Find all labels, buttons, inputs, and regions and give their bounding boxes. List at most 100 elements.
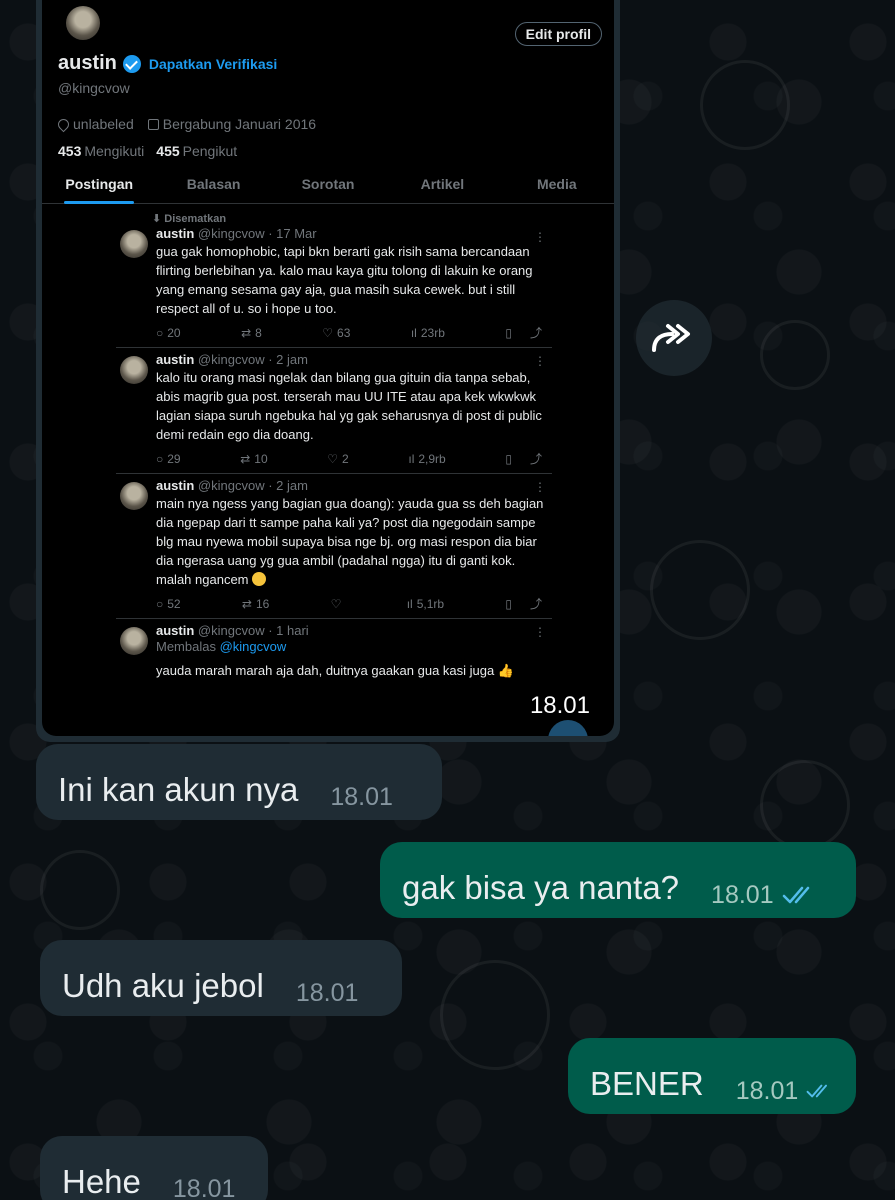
forward-button[interactable] [636, 300, 712, 376]
views-count: 23rb [420, 325, 445, 340]
tweet-author: austin [156, 352, 195, 367]
read-receipt-icon [782, 886, 809, 904]
tweet: ⋮ austin @kingcvow · 1 hari Membalas @ki… [116, 619, 552, 686]
followers-label: Pengikut [182, 143, 238, 159]
tab-posts: Postingan [42, 176, 156, 203]
views-icon: ıl [408, 451, 415, 466]
more-icon: ⋮ [534, 625, 546, 639]
tweet-meta: @kingcvow · 17 Mar [197, 226, 317, 241]
tab-media: Media [536, 176, 577, 192]
avatar [120, 356, 148, 384]
bookmark-icon: ▯ [505, 325, 512, 340]
outgoing-message[interactable]: BENER 18.01 [568, 1038, 856, 1114]
location-icon [55, 116, 72, 132]
following-label: Mengikuti [84, 143, 145, 159]
repost-icon: ⇄ [240, 451, 251, 466]
profile-handle: @kingcvow [58, 80, 130, 96]
calendar-icon [147, 118, 159, 130]
tab-replies: Balasan [186, 176, 241, 192]
profile-tabs: Postingan Balasan Sorotan Artikel Media [42, 176, 614, 204]
tweet: ⋮ austin @kingcvow · 2 jam main nya nges… [116, 474, 552, 619]
repost-count: 16 [255, 596, 270, 611]
scroll-fab [548, 720, 588, 736]
avatar [120, 230, 148, 258]
repost-icon: ⇄ [241, 325, 252, 340]
tweet-author: austin [156, 478, 195, 493]
tweet-text: yauda marah marah aja dah, duitnya gaaka… [156, 663, 495, 678]
message-text: Hehe [62, 1163, 141, 1200]
followers-count: 455 [156, 143, 180, 159]
grimace-emoji-icon [252, 572, 267, 586]
message-time: 18.01 [735, 1077, 799, 1105]
like-count: 63 [337, 325, 351, 340]
like-count: 2 [342, 451, 349, 466]
location-text: unlabeled [73, 116, 134, 132]
views-count: 2,9rb [418, 451, 446, 466]
views-count: 5,1rb [416, 596, 445, 611]
message-time: 18.01 [172, 1175, 236, 1200]
edit-profile-button: Edit profil [514, 22, 602, 46]
bookmark-icon: ▯ [505, 596, 512, 611]
outgoing-message[interactable]: gak bisa ya nanta? 18.01 [380, 842, 856, 918]
image-message[interactable]: Edit profil austin Dapatkan Verifikasi @… [36, 0, 620, 742]
avatar [66, 6, 100, 40]
repost-count: 8 [255, 325, 262, 340]
tweet-meta: @kingcvow · 1 hari [197, 623, 309, 638]
message-text: BENER [590, 1065, 704, 1102]
reply-icon: ○ [156, 325, 164, 340]
bookmark-icon: ▯ [505, 451, 512, 466]
reply-count: 20 [167, 325, 181, 340]
incoming-message[interactable]: Ini kan akun nya 18.01 [36, 744, 442, 820]
message-time: 18.01 [529, 692, 590, 719]
message-time: 18.01 [330, 783, 393, 811]
tweet-text: main nya ngess yang bagian gua doang): y… [156, 496, 544, 587]
incoming-message[interactable]: Hehe 18.01 [40, 1136, 268, 1200]
tweet: ⬇ Disematkan ⋮ austin @kingcvow · 17 Mar… [116, 208, 552, 348]
message-time: 18.01 [711, 881, 774, 909]
tweet-text: kalo itu orang masi ngelak dan bilang gu… [156, 370, 542, 442]
message-time: 18.01 [295, 979, 359, 1007]
profile-screenshot: Edit profil austin Dapatkan Verifikasi @… [42, 0, 614, 736]
display-name: austin [58, 52, 117, 74]
reply-count: 52 [167, 596, 181, 611]
like-icon: ♡ [327, 451, 339, 466]
verified-badge-icon [122, 54, 141, 73]
joined-text: Bergabung Januari 2016 [162, 116, 317, 132]
message-text: Udh aku jebol [62, 967, 264, 1004]
tweet: ⋮ austin @kingcvow · 2 jam kalo itu oran… [116, 348, 552, 474]
more-icon: ⋮ [534, 230, 546, 244]
views-icon: ıl [406, 596, 413, 611]
thumbs-up-emoji-icon: 👍 [497, 663, 515, 678]
get-verified-link: Dapatkan Verifikasi [148, 55, 278, 72]
tweet-text: gua gak homophobic, tapi bkn berarti gak… [156, 244, 533, 316]
tab-highlights: Sorotan [301, 176, 355, 192]
tweet-meta: @kingcvow · 2 jam [197, 478, 308, 493]
more-icon: ⋮ [534, 480, 546, 494]
views-icon: ıl [410, 325, 417, 340]
avatar [120, 482, 148, 510]
more-icon: ⋮ [534, 354, 546, 368]
incoming-message[interactable]: Udh aku jebol 18.01 [40, 940, 402, 1016]
tweet-author: austin [156, 623, 195, 638]
share-icon: ⤴ [529, 597, 542, 611]
replying-to: Membalas @kingcvow [156, 639, 287, 654]
message-text: gak bisa ya nanta? [402, 869, 680, 906]
tweet-author: austin [156, 226, 195, 241]
share-icon: ⤴ [529, 326, 542, 340]
reply-icon: ○ [156, 451, 164, 466]
message-text: Ini kan akun nya [58, 771, 299, 808]
repost-icon: ⇄ [241, 596, 252, 611]
forward-icon [652, 324, 690, 352]
following-count: 453 [58, 143, 82, 159]
like-icon: ♡ [322, 325, 334, 340]
like-icon: ♡ [330, 596, 342, 611]
share-icon: ⤴ [529, 452, 542, 466]
read-receipt-icon [806, 1084, 828, 1098]
tweet-meta: @kingcvow · 2 jam [197, 352, 308, 367]
repost-count: 10 [254, 451, 268, 466]
avatar [120, 627, 148, 655]
pinned-label: ⬇ Disematkan [152, 213, 227, 225]
tweet-list: ⬇ Disematkan ⋮ austin @kingcvow · 17 Mar… [116, 208, 552, 686]
reply-icon: ○ [156, 596, 164, 611]
reply-count: 29 [167, 451, 181, 466]
